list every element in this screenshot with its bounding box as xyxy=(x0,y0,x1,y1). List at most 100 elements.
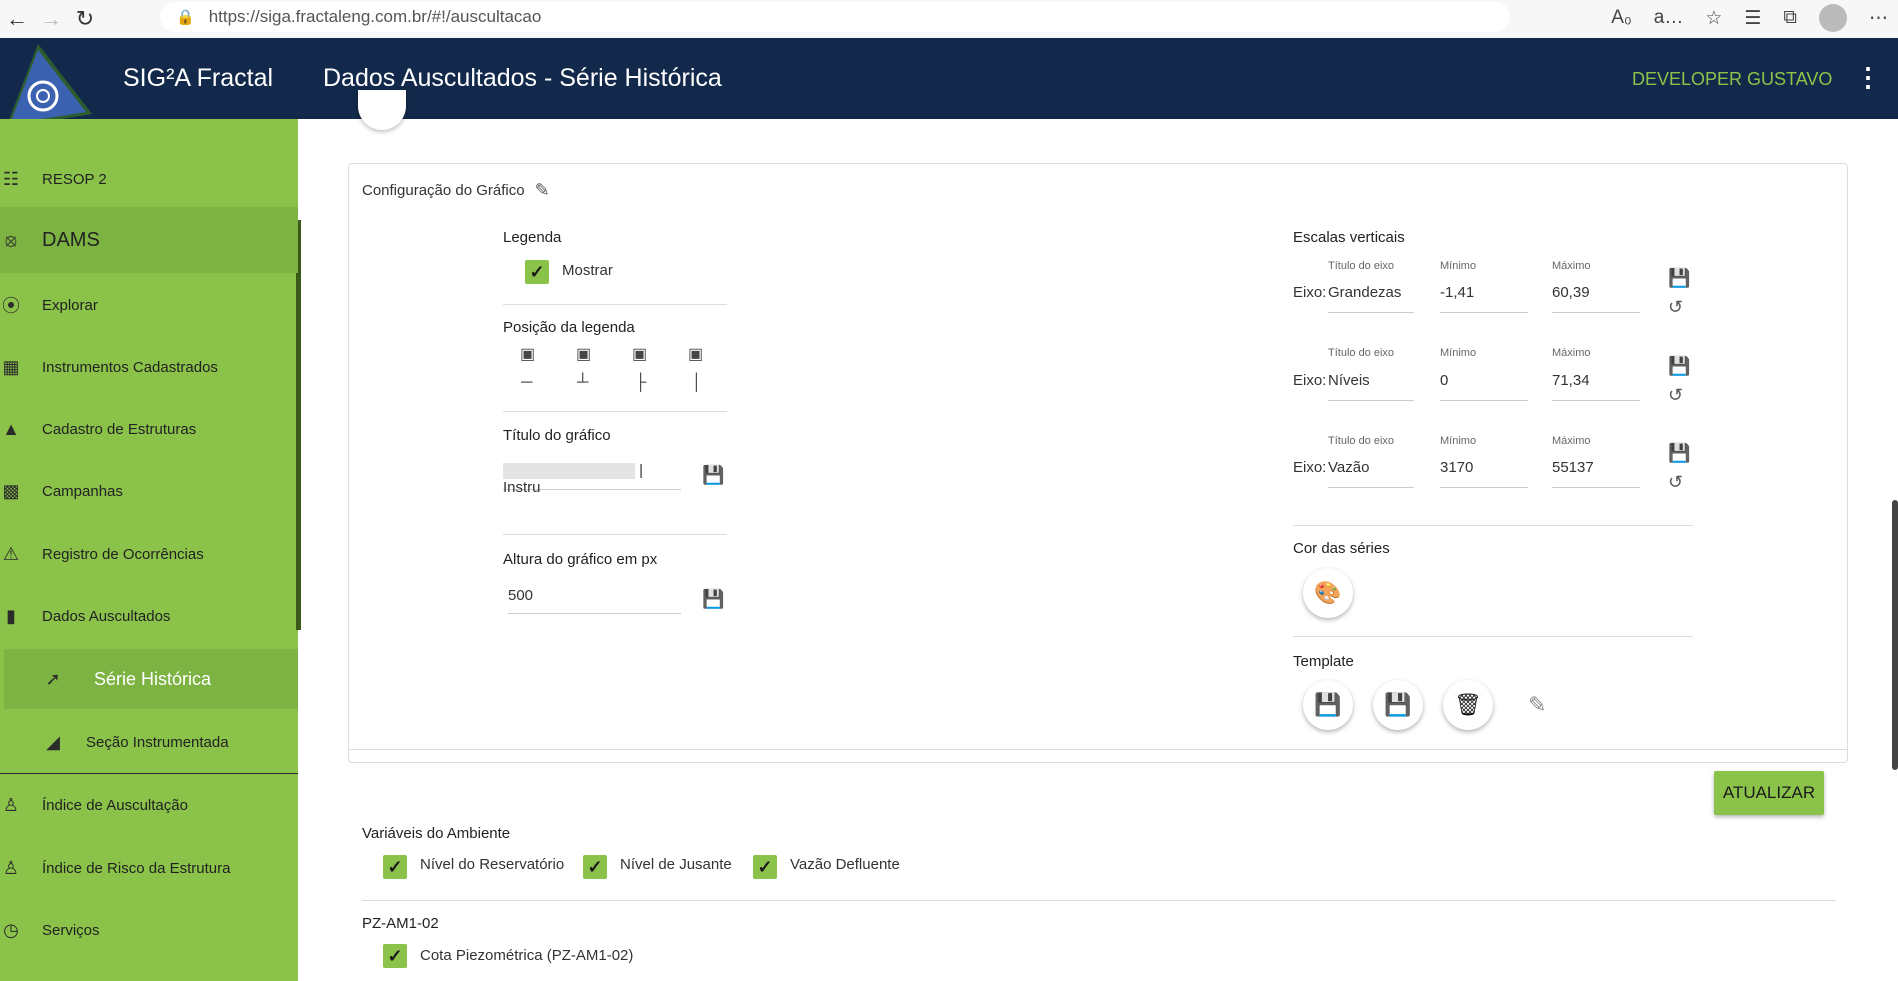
legend-top-right-icon[interactable]: ▣ xyxy=(632,344,647,364)
save-icon[interactable]: 💾 xyxy=(1668,268,1690,289)
legend-top-icon[interactable]: ┴ xyxy=(577,374,588,392)
translate-icon[interactable]: a… xyxy=(1654,7,1684,29)
axis-min-input[interactable]: 0 xyxy=(1440,372,1528,401)
app-logo[interactable] xyxy=(6,44,92,128)
edit-pencil-icon[interactable]: ✎ xyxy=(535,180,550,201)
sidebar-item-servicos[interactable]: ◷ Serviços xyxy=(0,910,298,950)
save-icon[interactable]: 💾 xyxy=(1668,356,1690,377)
sidebar-item-explorar[interactable]: ⦿ Explorar xyxy=(0,285,298,325)
group-icon: ♙ xyxy=(2,857,20,878)
axis-max-input[interactable]: 60,39 xyxy=(1552,284,1640,313)
env-checkbox-vazao[interactable]: ✓ xyxy=(753,855,777,879)
reload-icon[interactable]: ↻ xyxy=(68,5,102,33)
min-label: Mínimo xyxy=(1440,347,1477,359)
template-save-as-button[interactable]: 💾 xyxy=(1373,680,1423,730)
app-name: SIG²A Fractal xyxy=(123,64,274,92)
env-checkbox-jusante[interactable]: ✓ xyxy=(583,855,607,879)
address-bar[interactable]: 🔒 https://siga.fractaleng.com.br/#!/ausc… xyxy=(160,2,1510,32)
read-aloud-icon[interactable]: A₀ xyxy=(1611,7,1632,29)
divider xyxy=(503,304,727,305)
sidebar-item-serie-historica[interactable]: ➚ Série Histórica xyxy=(4,649,298,709)
legend-right-icon[interactable]: ├ xyxy=(635,374,646,392)
page-scrollbar[interactable] xyxy=(1892,500,1898,770)
env-variables-title: Variáveis do Ambiente xyxy=(362,825,511,842)
sidebar-item-label: Índice de Risco da Estrutura xyxy=(42,859,231,877)
template-label: Template xyxy=(1293,653,1354,670)
trend-icon: ➚ xyxy=(45,668,61,689)
save-edit-icon[interactable]: 💾 xyxy=(702,465,724,486)
update-button[interactable]: ATUALIZAR xyxy=(1714,771,1824,815)
sidebar-item-dams[interactable]: ⦻ DAMS xyxy=(0,207,298,273)
profile-avatar[interactable] xyxy=(1819,4,1847,32)
min-label: Mínimo xyxy=(1440,435,1477,447)
sidebar-item-secao-instrumentada[interactable]: ◢ Seção Instrumentada xyxy=(0,722,298,762)
template-save-button[interactable]: 💾 xyxy=(1303,680,1353,730)
legend-top-left-icon[interactable]: ▣ xyxy=(520,344,535,364)
sidebar-item-ocorrencias[interactable]: ⚠ Registro de Ocorrências xyxy=(0,534,298,574)
browser-toolbar: ← → ↻ 🔒 https://siga.fractaleng.com.br/#… xyxy=(0,0,1898,38)
save-icon: 💾 xyxy=(1314,692,1342,717)
instrument-checkbox[interactable]: ✓ xyxy=(383,944,407,968)
env-label: Nível do Reservatório xyxy=(420,856,565,873)
legend-bottom-icon[interactable]: ─ xyxy=(521,374,532,392)
legend-position-label: Posição da legenda xyxy=(503,319,635,336)
favorite-icon[interactable]: ☆ xyxy=(1705,7,1722,30)
legend-label: Legenda xyxy=(503,229,562,246)
chart-title-label: Título do gráfico xyxy=(503,427,611,444)
sidebar-item-indice-risco[interactable]: ♙ Índice de Risco da Estrutura xyxy=(0,848,298,888)
sidebar-item-label: Índice de Auscultação xyxy=(42,796,188,814)
app-header: SIG²A Fractal Dados Auscultados - Série … xyxy=(0,38,1898,119)
env-checkbox-reservatorio[interactable]: ✓ xyxy=(383,855,407,879)
chart-height-input[interactable]: 500 xyxy=(508,587,681,614)
min-label: Mínimo xyxy=(1440,260,1477,272)
axis-min-input[interactable]: 3170 xyxy=(1440,459,1528,488)
section-icon: ◢ xyxy=(46,731,60,752)
axis-title-input[interactable]: Vazão xyxy=(1328,459,1414,488)
axis-title-label: Título do eixo xyxy=(1328,260,1395,272)
sidebar-item-estruturas[interactable]: ▲ Cadastro de Estruturas xyxy=(0,409,298,449)
card-divider xyxy=(349,749,1847,750)
floating-button[interactable] xyxy=(358,90,406,130)
reset-icon[interactable]: ↺ xyxy=(1668,385,1683,406)
chart-title-input[interactable]: | Instru xyxy=(503,462,681,496)
reset-icon[interactable]: ↺ xyxy=(1668,472,1683,493)
collections-icon[interactable]: ⧉ xyxy=(1783,7,1797,29)
sidebar-item-resop2[interactable]: ☷ RESOP 2 xyxy=(0,160,298,198)
axis-title-input[interactable]: Grandezas xyxy=(1328,284,1414,313)
lock-icon: 🔒 xyxy=(176,9,195,26)
axis-title-input[interactable]: Níveis xyxy=(1328,372,1414,401)
axis-max-input[interactable]: 71,34 xyxy=(1552,372,1640,401)
divider xyxy=(503,411,727,412)
reset-icon[interactable]: ↺ xyxy=(1668,297,1683,318)
sidebar-item-indice-auscultacao[interactable]: ♙ Índice de Auscultação xyxy=(0,785,298,825)
favorites-list-icon[interactable]: ☰ xyxy=(1744,7,1761,30)
palette-button[interactable]: 🎨 xyxy=(1303,568,1353,618)
page-title: Dados Auscultados - Série Histórica xyxy=(323,64,722,92)
axis-max-input[interactable]: 55137 xyxy=(1552,459,1640,488)
more-icon[interactable]: ⋯ xyxy=(1869,7,1888,30)
sidebar-item-instrumentos[interactable]: ▦ Instrumentos Cadastrados xyxy=(0,347,298,387)
forward-icon[interactable]: → xyxy=(34,5,68,33)
back-icon[interactable]: ← xyxy=(0,5,34,33)
legend-top-center-icon[interactable]: ▣ xyxy=(576,344,591,364)
axis-prefix: Eixo: xyxy=(1293,284,1327,301)
axis-prefix: Eixo: xyxy=(1293,459,1327,476)
divider xyxy=(503,534,727,535)
template-edit-pencil-icon[interactable]: ✎ xyxy=(1528,692,1546,718)
compass-icon: ⦿ xyxy=(2,296,20,316)
save-edit-icon[interactable]: 💾 xyxy=(702,589,724,610)
sidebar-item-label: RESOP 2 xyxy=(42,170,107,188)
warning-icon: ⚠ xyxy=(2,543,20,564)
kebab-menu-icon[interactable]: ⋮ xyxy=(1855,62,1881,93)
sidebar-item-campanhas[interactable]: ▩ Campanhas xyxy=(0,471,298,511)
legend-show-checkbox[interactable]: ✓ xyxy=(525,260,549,284)
axis-min-input[interactable]: -1,41 xyxy=(1440,284,1528,313)
env-label: Nível de Jusante xyxy=(620,856,732,873)
sidebar-item-dados-auscultados[interactable]: ▮ Dados Auscultados xyxy=(0,596,298,636)
legend-left-icon[interactable]: │ xyxy=(692,374,702,392)
save-icon[interactable]: 💾 xyxy=(1668,443,1690,464)
user-menu[interactable]: DEVELOPER GUSTAVO xyxy=(1632,69,1832,90)
legend-bottom-right-icon[interactable]: ▣ xyxy=(688,344,703,364)
template-delete-button[interactable]: 🗑 xyxy=(1443,680,1493,730)
max-label: Máximo xyxy=(1552,347,1591,359)
